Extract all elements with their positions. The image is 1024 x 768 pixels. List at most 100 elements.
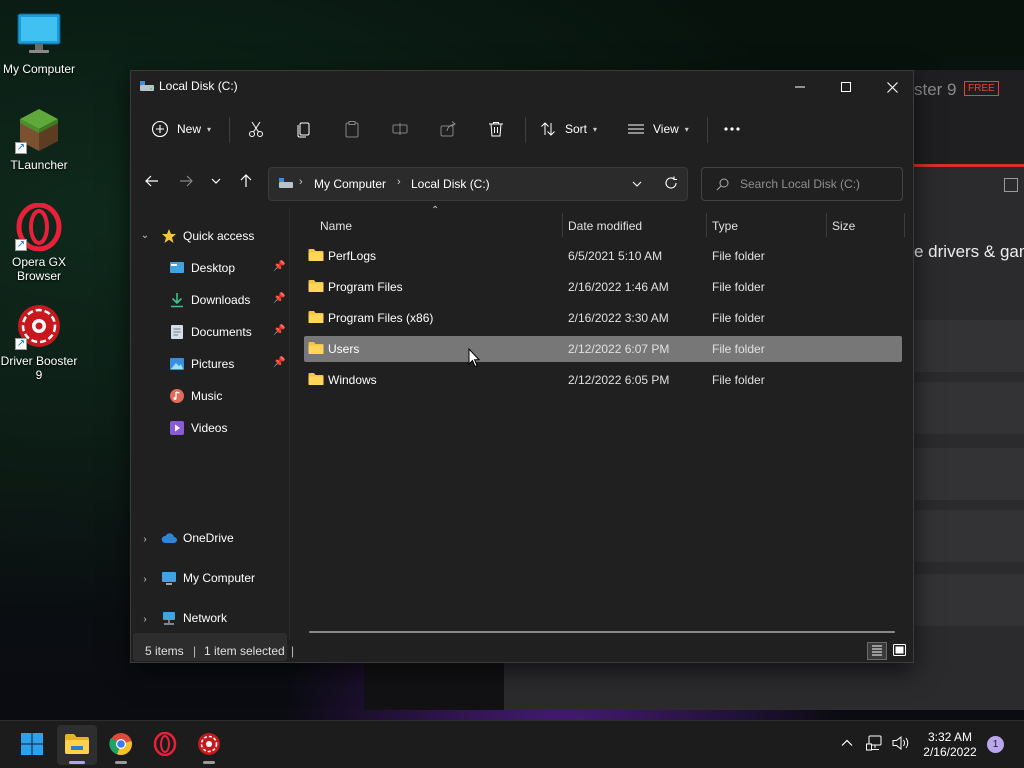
file-row[interactable]: PerfLogs 6/5/2021 5:10 AM File folder — [304, 243, 902, 269]
nav-pictures[interactable]: Pictures — [169, 351, 234, 377]
horizontal-scrollbar[interactable] — [309, 631, 895, 633]
pin-icon[interactable]: 📌 — [273, 293, 285, 304]
delete-button[interactable] — [487, 115, 505, 143]
drive-icon — [139, 79, 155, 93]
minimize-button[interactable] — [777, 71, 823, 103]
background-checkbox[interactable] — [1004, 178, 1018, 192]
cut-button[interactable] — [247, 115, 265, 143]
chevron-right-icon[interactable]: › — [139, 533, 151, 545]
background-list-row[interactable] — [914, 448, 1024, 500]
chevron-right-icon[interactable]: › — [139, 613, 151, 625]
copy-button[interactable] — [295, 115, 313, 143]
background-app-title: ster 9 — [914, 80, 957, 99]
details-view-icon — [871, 644, 883, 659]
nav-onedrive[interactable]: OneDrive — [161, 525, 234, 551]
pin-icon[interactable]: 📌 — [273, 357, 285, 368]
file-date: 2/16/2022 1:46 AM — [568, 280, 669, 294]
column-divider[interactable] — [706, 213, 707, 237]
file-type: File folder — [712, 311, 765, 325]
more-options-button[interactable] — [723, 115, 741, 143]
chevron-right-icon[interactable]: › — [139, 573, 151, 585]
start-button[interactable] — [12, 725, 52, 765]
column-header-date-modified[interactable]: Date modified — [568, 213, 642, 239]
taskbar-file-explorer[interactable] — [57, 725, 97, 765]
view-button-label: View — [653, 122, 679, 136]
file-row-selected[interactable]: Users 2/12/2022 6:07 PM File folder — [304, 336, 902, 362]
chevron-down-icon[interactable]: ⌄ — [139, 229, 151, 241]
taskbar-driver-booster[interactable] — [189, 725, 229, 765]
recent-locations-button[interactable] — [203, 169, 229, 195]
network-status-button[interactable] — [864, 735, 886, 753]
background-list-row[interactable] — [914, 320, 1024, 372]
background-list-row[interactable] — [914, 382, 1024, 434]
refresh-icon[interactable] — [664, 176, 678, 193]
chevron-down-icon: ▾ — [684, 124, 689, 134]
column-header-type[interactable]: Type — [712, 213, 738, 239]
sort-button[interactable]: Sort ▾ — [539, 115, 597, 143]
desktop-icon-driver-booster[interactable]: ↗ Driver Booster 9 — [0, 302, 78, 382]
forward-button[interactable] — [173, 169, 199, 195]
column-divider[interactable] — [904, 213, 905, 237]
nav-music[interactable]: Music — [169, 383, 222, 409]
notification-badge[interactable]: 1 — [987, 736, 1004, 753]
desktop-icon-tlauncher[interactable]: ↗ TLauncher — [0, 106, 78, 172]
column-header-size[interactable]: Size — [832, 213, 855, 239]
document-icon — [169, 324, 185, 340]
rename-button[interactable] — [391, 115, 409, 143]
address-bar[interactable]: › My Computer › Local Disk (C:) — [268, 167, 688, 201]
nav-label: OneDrive — [183, 531, 234, 545]
video-icon — [169, 420, 185, 436]
pin-icon[interactable]: 📌 — [273, 261, 285, 272]
navigation-bar: › My Computer › Local Disk (C:) — [131, 159, 913, 203]
clock[interactable]: 3:32 AM 2/16/2022 — [915, 730, 985, 760]
pin-icon[interactable]: 📌 — [273, 325, 285, 336]
column-divider[interactable] — [826, 213, 827, 237]
desktop-folder-icon — [169, 260, 185, 276]
file-row[interactable]: Program Files 2/16/2022 1:46 AM File fol… — [304, 274, 902, 300]
back-button[interactable] — [139, 169, 165, 195]
desktop-icon-my-computer[interactable]: My Computer — [0, 10, 78, 76]
nav-documents[interactable]: Documents — [169, 319, 252, 345]
breadcrumb-local-disk[interactable]: Local Disk (C:) — [411, 177, 490, 191]
column-divider[interactable] — [562, 213, 563, 237]
paste-button[interactable] — [343, 115, 361, 143]
share-button[interactable] — [439, 115, 457, 143]
breadcrumb-my-computer[interactable]: My Computer — [314, 177, 386, 191]
nav-label: Desktop — [191, 261, 236, 275]
close-button[interactable] — [869, 71, 915, 103]
file-row[interactable]: Program Files (x86) 2/16/2022 3:30 AM Fi… — [304, 305, 902, 331]
title-bar[interactable]: Local Disk (C:) — [131, 71, 913, 103]
file-name: Users — [328, 342, 360, 356]
nav-downloads[interactable]: Downloads — [169, 287, 250, 313]
search-box[interactable] — [701, 167, 903, 201]
breadcrumb-separator-icon: › — [397, 176, 401, 188]
desktop-icon-opera-gx[interactable]: ↗ Opera GX Browser — [0, 202, 78, 283]
column-header-name[interactable]: Name — [320, 213, 352, 239]
nav-quick-access[interactable]: Quick access — [161, 223, 254, 249]
file-type: File folder — [712, 280, 765, 294]
status-bar: 5 items | 1 item selected | — [131, 639, 913, 663]
address-dropdown-icon[interactable] — [631, 178, 643, 193]
large-icons-view-button[interactable] — [889, 642, 909, 660]
view-button[interactable]: View ▾ — [627, 115, 689, 143]
volume-button[interactable] — [890, 735, 912, 753]
file-explorer-window[interactable]: Local Disk (C:) New ▾ Sort ▾ View ▾ › My… — [130, 70, 914, 663]
show-hidden-icons-button[interactable] — [838, 735, 856, 753]
up-button[interactable] — [233, 169, 259, 195]
nav-my-computer[interactable]: My Computer — [161, 565, 255, 591]
free-badge: FREE — [964, 81, 999, 96]
maximize-button[interactable] — [823, 71, 869, 103]
nav-label: Network — [183, 611, 228, 625]
nav-desktop[interactable]: Desktop — [169, 255, 235, 281]
file-row[interactable]: Windows 2/12/2022 6:05 PM File folder — [304, 367, 902, 393]
search-input[interactable] — [740, 176, 895, 192]
details-view-button[interactable] — [867, 642, 887, 660]
new-button[interactable]: New ▾ — [151, 115, 211, 143]
taskbar-chrome[interactable] — [101, 725, 141, 765]
nav-videos[interactable]: Videos — [169, 415, 227, 441]
background-list-row[interactable] — [914, 510, 1024, 562]
file-type: File folder — [712, 249, 765, 263]
background-list-row[interactable] — [914, 574, 1024, 626]
taskbar-opera-gx[interactable] — [145, 725, 185, 765]
nav-network[interactable]: Network — [161, 605, 227, 631]
